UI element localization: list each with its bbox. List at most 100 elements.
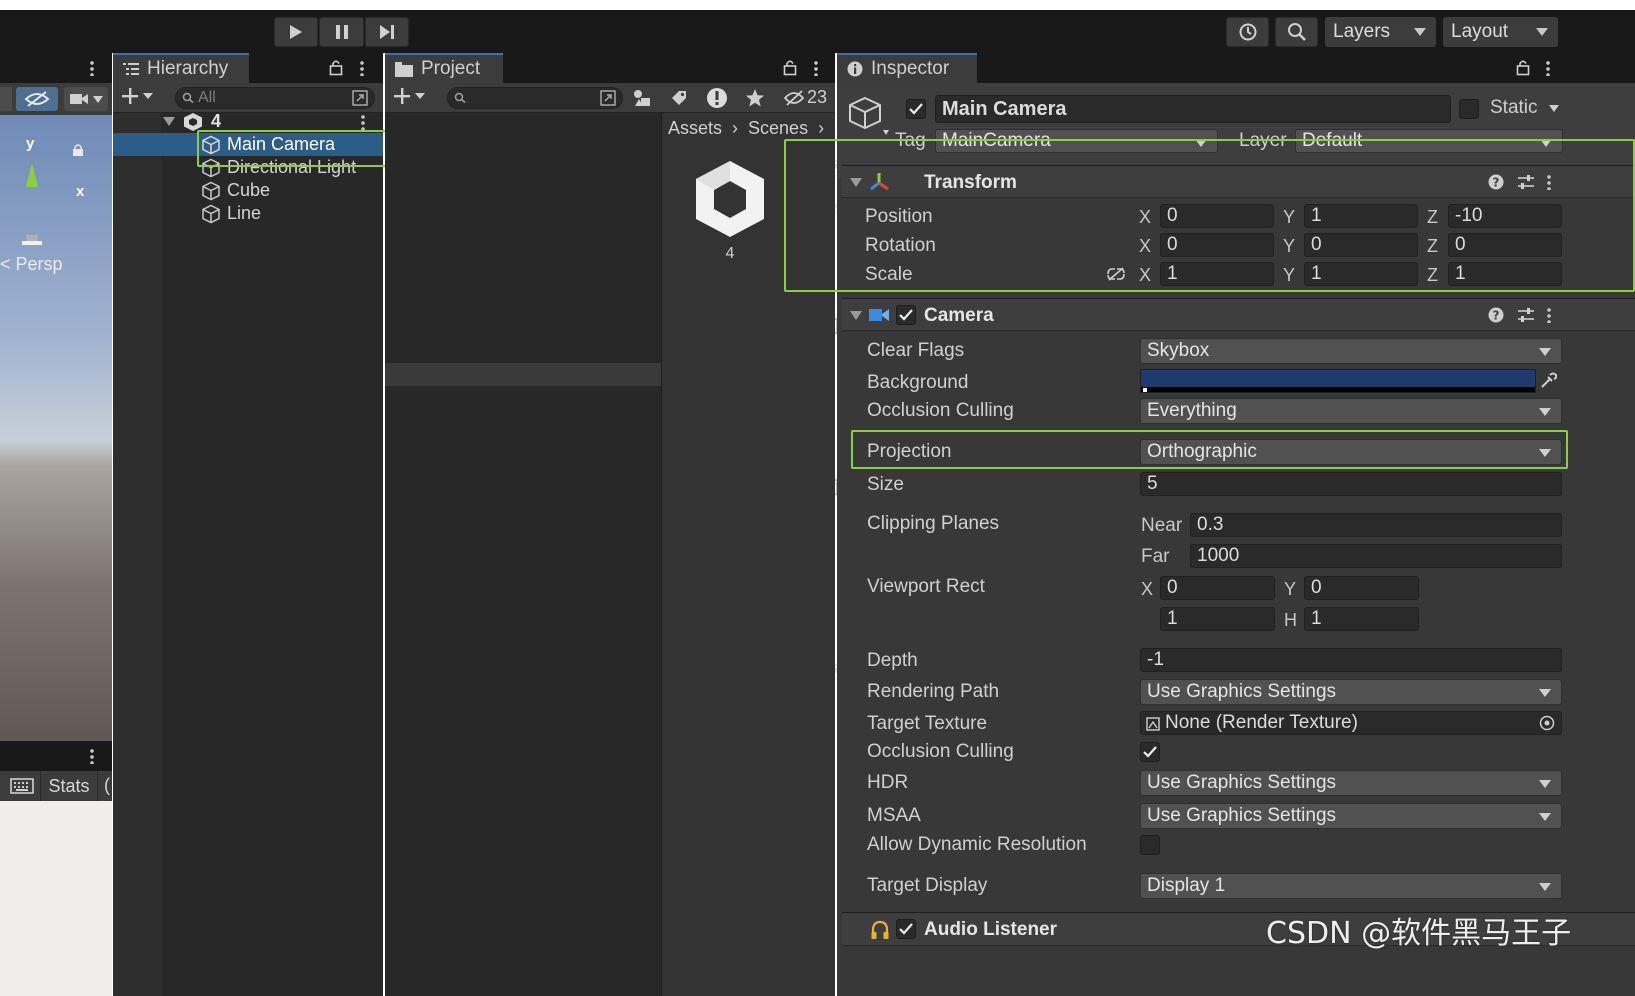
layers-label: Layers <box>1333 21 1391 42</box>
size-field[interactable]: 5 <box>1140 472 1562 496</box>
scene-toolbar-button[interactable] <box>0 87 12 111</box>
tab-project[interactable]: Project <box>385 53 503 83</box>
lock-icon[interactable] <box>783 59 797 76</box>
more-icon[interactable] <box>360 60 364 76</box>
target-display-dropdown[interactable]: Display 1 <box>1140 873 1562 899</box>
search-placeholder: All <box>198 89 216 106</box>
far-label: Far <box>1141 546 1170 567</box>
project-tree <box>385 113 661 996</box>
viewport-y-field[interactable]: 0 <box>1304 576 1419 600</box>
eye-hidden-icon <box>24 91 50 107</box>
eyedropper-icon[interactable] <box>1539 372 1557 390</box>
label-tag-icon[interactable] <box>670 89 688 107</box>
scene-gizmo[interactable] <box>0 125 112 245</box>
occlusion-culling-checkbox[interactable] <box>1140 742 1160 762</box>
stats-button[interactable]: Stats <box>40 771 98 801</box>
step-button[interactable] <box>365 17 409 47</box>
msaa-dropdown[interactable]: Use Graphics Settings <box>1140 803 1562 829</box>
background-color-field[interactable] <box>1140 369 1536 393</box>
play-button[interactable] <box>274 17 318 47</box>
game-viewport[interactable] <box>0 801 112 996</box>
search-button[interactable] <box>1275 17 1318 47</box>
lock-icon[interactable] <box>329 59 343 76</box>
hierarchy-panel: Hierarchy All 4 Main Camera Directional … <box>113 53 383 996</box>
target-texture-field[interactable]: None (Render Texture) <box>1140 711 1562 735</box>
dynamic-resolution-checkbox[interactable] <box>1140 835 1160 855</box>
persp-label[interactable]: < Persp <box>0 254 63 275</box>
more-icon[interactable] <box>814 60 818 76</box>
breadcrumb-item[interactable]: Assets <box>668 118 722 139</box>
object-name-field[interactable]: Main Camera <box>935 95 1451 123</box>
expand-search-icon[interactable] <box>600 90 616 106</box>
audio-listener-checkbox[interactable] <box>896 919 916 939</box>
viewport-x-field[interactable]: 0 <box>1160 576 1275 600</box>
camera-enabled-checkbox[interactable] <box>896 305 916 325</box>
scene-asset-item[interactable]: 4 <box>690 155 770 273</box>
clear-flags-dropdown[interactable]: Skybox <box>1140 338 1562 364</box>
breadcrumb-item[interactable]: Scenes <box>748 118 808 139</box>
object-picker-icon[interactable] <box>1539 715 1555 731</box>
create-button[interactable] <box>121 87 153 105</box>
lock-icon[interactable] <box>72 143 84 157</box>
hidden-packages-toggle[interactable]: 23 <box>783 87 827 108</box>
more-icon[interactable] <box>361 114 365 130</box>
keyboard-icon[interactable] <box>10 778 34 794</box>
camera-icon <box>70 94 88 104</box>
project-search-input[interactable] <box>447 87 623 109</box>
lock-icon[interactable] <box>1516 59 1530 76</box>
hierarchy-item-label: Line <box>227 203 262 223</box>
gizmos-button-partial[interactable]: ( <box>104 775 110 796</box>
more-icon[interactable] <box>90 60 94 76</box>
history-button[interactable] <box>1226 17 1269 47</box>
search-by-type-icon[interactable] <box>633 89 651 107</box>
far-field[interactable]: 1000 <box>1190 544 1562 568</box>
hierarchy-search-input[interactable]: All <box>175 87 375 109</box>
hierarchy-item[interactable]: Line <box>201 202 381 225</box>
near-field[interactable]: 0.3 <box>1190 513 1562 537</box>
visibility-toggle-button[interactable] <box>16 87 58 111</box>
viewport-x-label: X <box>1141 579 1154 599</box>
scene-viewport[interactable]: y x < Persp <box>0 115 112 741</box>
camera-title: Camera <box>924 305 994 326</box>
help-icon[interactable]: ? <box>1488 307 1504 323</box>
hdr-dropdown[interactable]: Use Graphics Settings <box>1140 770 1562 796</box>
favorite-star-icon[interactable] <box>745 88 765 108</box>
active-checkbox[interactable] <box>906 99 926 119</box>
scene-asset-label: 4 <box>725 245 735 262</box>
tab-hierarchy[interactable]: Hierarchy <box>113 53 249 83</box>
viewport-y-label: Y <box>1284 579 1297 599</box>
viewport-w-field[interactable]: 1 <box>1160 607 1275 631</box>
hierarchy-item[interactable]: Cube <box>201 179 381 202</box>
alpha-indicator <box>1143 388 1147 392</box>
scene-panel: y x < Persp Stats ( <box>0 53 112 996</box>
search-icon <box>454 92 466 104</box>
culling-mask-dropdown[interactable]: Everything <box>1140 398 1562 424</box>
chevron-down-icon <box>1539 348 1551 356</box>
search-icon <box>182 92 194 104</box>
layout-dropdown[interactable]: Layout <box>1443 17 1558 47</box>
camera-dropdown-button[interactable] <box>64 87 108 111</box>
layers-dropdown[interactable]: Layers <box>1325 17 1436 47</box>
foldout-arrow-icon[interactable] <box>850 311 862 320</box>
static-dropdown-icon[interactable] <box>1549 105 1559 112</box>
plus-icon <box>394 88 410 104</box>
chevron-down-icon <box>1539 408 1551 416</box>
create-button[interactable] <box>393 87 425 105</box>
more-icon[interactable] <box>1547 307 1551 323</box>
more-icon[interactable] <box>1546 60 1550 76</box>
more-icon[interactable] <box>90 748 94 764</box>
warning-icon[interactable] <box>706 87 728 109</box>
selected-folder-highlight <box>385 363 661 386</box>
static-checkbox[interactable] <box>1459 99 1479 119</box>
presets-sliders-icon[interactable] <box>1517 307 1535 323</box>
eye-hidden-icon <box>783 89 805 106</box>
rendering-path-dropdown[interactable]: Use Graphics Settings <box>1140 679 1562 705</box>
expand-arrow-icon[interactable] <box>163 117 175 126</box>
camera-header[interactable]: Camera ? <box>842 298 1635 331</box>
watermark: CSDN @软件黑马王子 <box>1266 916 1572 951</box>
viewport-h-field[interactable]: 1 <box>1304 607 1419 631</box>
tab-inspector[interactable]: Inspector <box>837 53 977 83</box>
depth-field[interactable]: -1 <box>1140 648 1562 672</box>
expand-search-icon[interactable] <box>352 90 368 106</box>
pause-button[interactable] <box>319 17 364 47</box>
